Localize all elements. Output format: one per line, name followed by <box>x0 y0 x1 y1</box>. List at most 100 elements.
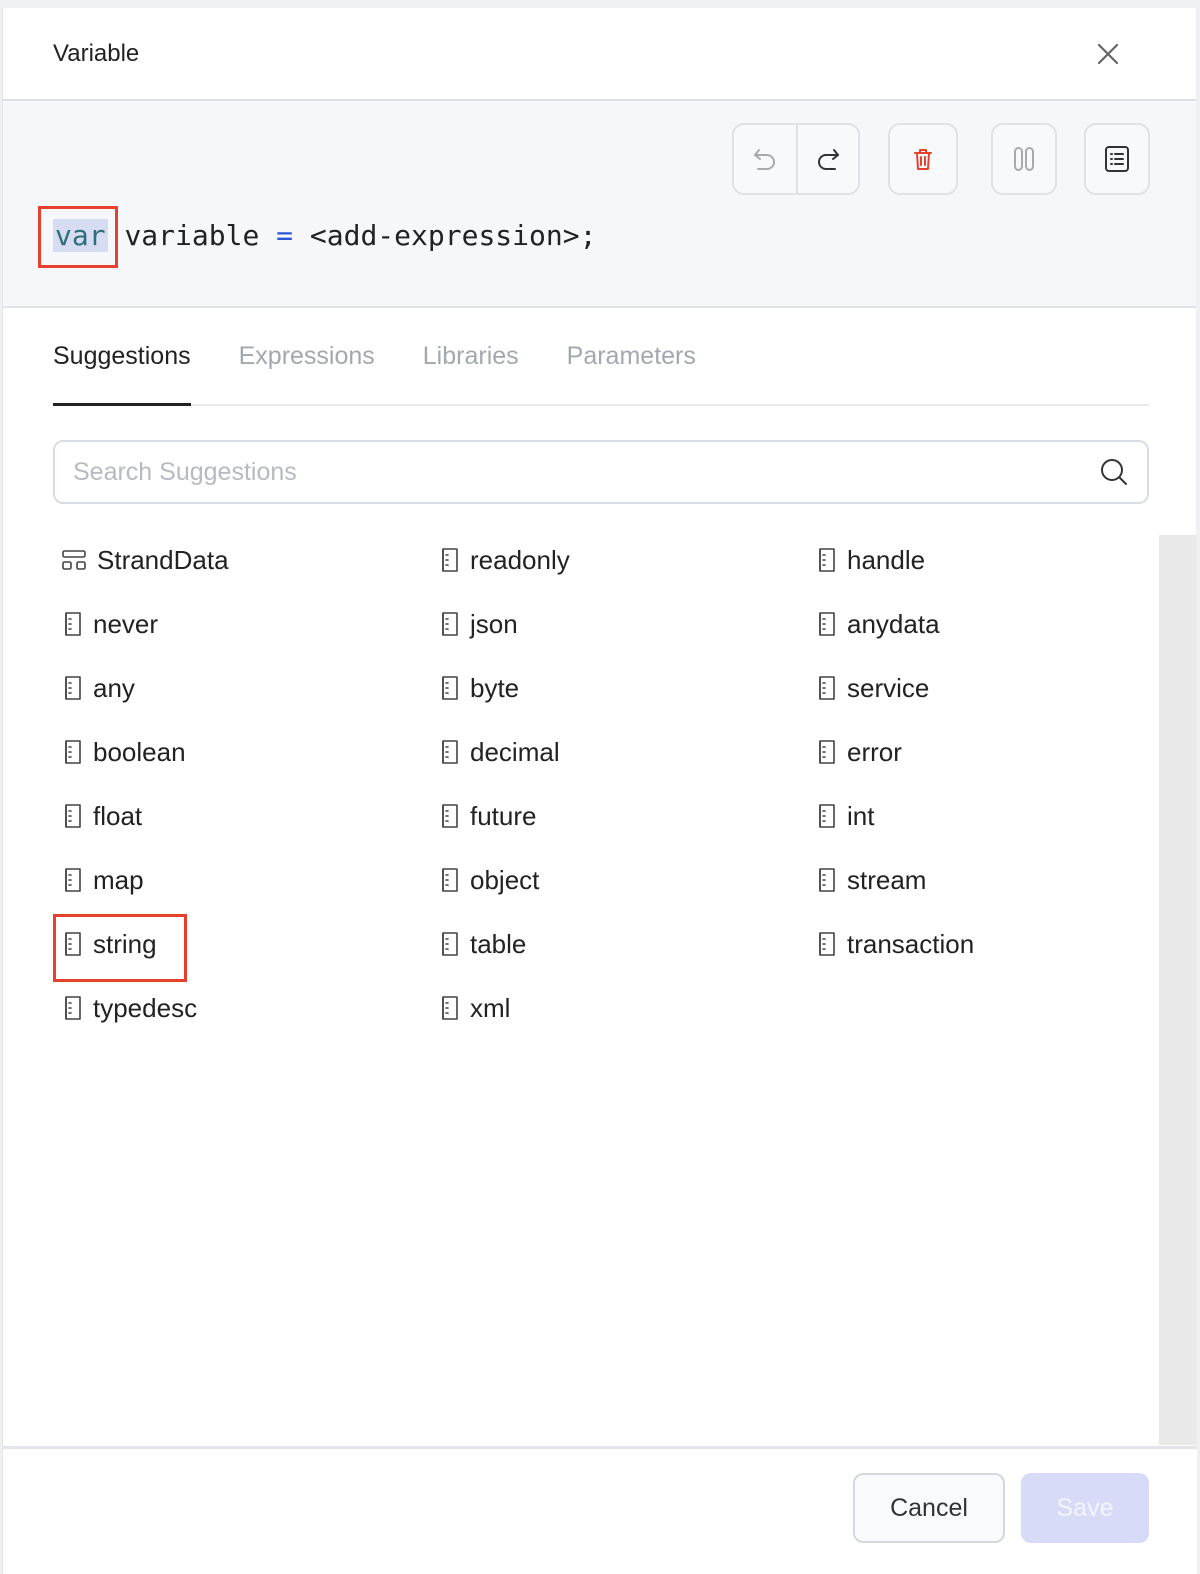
assign-operator: = <box>276 219 294 252</box>
suggestion-label: xml <box>470 992 511 1023</box>
suggestion-item-boolean[interactable]: boolean <box>63 732 186 772</box>
var-keyword[interactable]: var <box>53 219 108 252</box>
type-document-icon <box>442 868 458 892</box>
undo-redo-group <box>732 123 860 195</box>
split-view-button[interactable] <box>993 125 1055 193</box>
suggestion-label: table <box>470 928 527 959</box>
suggestion-item-future[interactable]: future <box>440 796 537 836</box>
suggestion-item-any[interactable]: any <box>63 668 135 708</box>
suggestion-label: typedesc <box>93 992 198 1023</box>
suggestion-label: string <box>93 928 157 959</box>
suggestion-label: byte <box>470 672 520 703</box>
suggestion-label: boolean <box>93 736 186 767</box>
suggestion-label: transaction <box>847 928 975 959</box>
type-document-icon <box>442 932 458 956</box>
suggestion-label: json <box>470 608 518 639</box>
suggestion-label: stream <box>847 864 927 895</box>
suggestion-label: readonly <box>470 544 570 575</box>
suggestion-item-error[interactable]: error <box>817 732 902 772</box>
tab-suggestions[interactable]: Suggestions <box>53 334 191 406</box>
suggestion-label: never <box>93 608 159 639</box>
panel-header: Variable <box>3 8 1196 101</box>
suggestion-item-json[interactable]: json <box>440 604 518 644</box>
suggestion-label: anydata <box>847 608 940 639</box>
doc-group <box>1084 123 1150 195</box>
type-document-icon <box>442 612 458 636</box>
suggestion-label: service <box>847 672 930 703</box>
suggestion-item-xml[interactable]: xml <box>440 988 510 1028</box>
close-button[interactable] <box>1092 38 1124 70</box>
suggestion-item-service[interactable]: service <box>817 668 929 708</box>
type-document-icon <box>442 676 458 700</box>
type-document-icon <box>65 996 81 1020</box>
record-type-icon <box>62 550 86 570</box>
suggestion-label: map <box>93 864 144 895</box>
type-document-icon <box>442 996 458 1020</box>
suggestion-item-handle[interactable]: handle <box>817 540 925 580</box>
suggestion-item-typedesc[interactable]: typedesc <box>63 988 197 1028</box>
close-icon <box>1097 43 1119 64</box>
type-document-icon <box>819 740 835 764</box>
suggestion-item-anydata[interactable]: anydata <box>817 604 940 644</box>
scrollbar-track[interactable] <box>1159 535 1197 1445</box>
suggestion-item-table[interactable]: table <box>440 924 526 964</box>
search-icon <box>1101 459 1127 485</box>
layout-group <box>991 123 1057 195</box>
type-document-icon <box>65 868 81 892</box>
panel-title: Variable <box>53 39 140 67</box>
suggestion-label: future <box>470 800 537 831</box>
suggestion-item-object[interactable]: object <box>440 860 539 900</box>
suggestion-item-string[interactable]: string <box>63 924 157 964</box>
code-editor: var variable = <add-expression>; <box>3 101 1196 308</box>
type-document-icon <box>65 804 81 828</box>
suggestion-label: StrandData <box>97 544 229 575</box>
suggestion-item-readonly[interactable]: readonly <box>440 540 570 580</box>
type-document-icon <box>442 740 458 764</box>
suggestion-item-stream[interactable]: stream <box>817 860 926 900</box>
suggestion-item-byte[interactable]: byte <box>440 668 519 708</box>
suggestion-item-float[interactable]: float <box>63 796 142 836</box>
variable-name[interactable]: variable <box>124 219 259 252</box>
suggestion-label: any <box>93 672 135 703</box>
suggestion-label: decimal <box>470 736 560 767</box>
type-document-icon <box>65 740 81 764</box>
suggestion-label: object <box>470 864 540 895</box>
panel-footer: Cancel Save <box>3 1446 1197 1574</box>
statement-terminator: ; <box>579 219 597 252</box>
suggestion-label: handle <box>847 544 926 575</box>
redo-button[interactable] <box>796 125 858 193</box>
suggestion-item-int[interactable]: int <box>817 796 874 836</box>
type-document-icon <box>442 804 458 828</box>
cancel-button[interactable]: Cancel <box>853 1473 1005 1543</box>
suggestion-item-stranddata[interactable]: StrandData <box>61 540 229 580</box>
search-input[interactable] <box>73 457 1097 487</box>
document-list-icon <box>1105 146 1129 172</box>
type-document-icon <box>65 676 81 700</box>
type-document-icon <box>819 868 835 892</box>
type-document-icon <box>819 676 835 700</box>
search-button[interactable] <box>1097 455 1131 489</box>
tab-parameters[interactable]: Parameters <box>567 334 696 406</box>
suggestion-item-transaction[interactable]: transaction <box>817 924 974 964</box>
undo-icon <box>754 149 775 170</box>
tab-expressions[interactable]: Expressions <box>239 334 375 406</box>
suggestion-item-map[interactable]: map <box>63 860 144 900</box>
type-document-icon <box>819 612 835 636</box>
suggestion-item-never[interactable]: never <box>63 604 158 644</box>
type-document-icon <box>442 548 458 572</box>
document-button[interactable] <box>1086 125 1148 193</box>
suggestion-label: error <box>847 736 902 767</box>
type-document-icon <box>819 804 835 828</box>
tab-libraries[interactable]: Libraries <box>423 334 519 406</box>
search-box <box>53 440 1149 504</box>
save-button[interactable]: Save <box>1021 1473 1149 1543</box>
type-document-icon <box>65 612 81 636</box>
expression-placeholder[interactable]: <add-expression> <box>310 219 580 252</box>
undo-button[interactable] <box>734 125 796 193</box>
code-line[interactable]: var variable = <add-expression>; <box>53 219 596 252</box>
delete-button[interactable] <box>890 125 956 193</box>
suggestion-item-decimal[interactable]: decimal <box>440 732 560 772</box>
tab-bar: Suggestions Expressions Libraries Parame… <box>53 334 1149 406</box>
redo-icon <box>818 149 839 170</box>
type-document-icon <box>819 932 835 956</box>
